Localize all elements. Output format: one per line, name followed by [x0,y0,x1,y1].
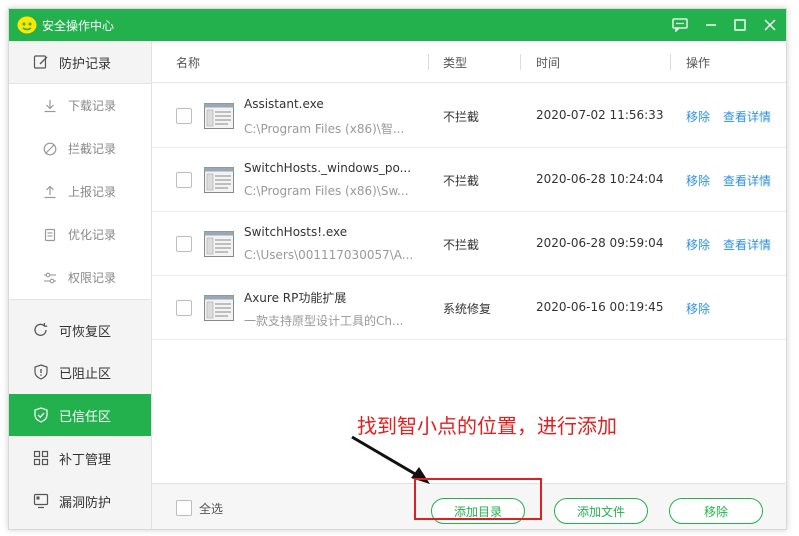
sidebar-item-label: 优化记录 [68,228,117,242]
file-time: 2020-06-16 00:19:45 [536,300,664,314]
sidebar-item-label: 可恢复区 [59,324,112,340]
view-details-link[interactable]: 查看详情 [723,172,771,189]
view-details-link[interactable]: 查看详情 [723,108,771,125]
program-file-icon [204,231,234,257]
sidebar-item-trusted-zone[interactable]: 已信任区 [9,394,151,436]
grid-icon [32,449,50,467]
restore-icon [32,321,50,339]
file-time: 2020-07-02 11:56:33 [536,108,664,122]
row-checkbox[interactable] [176,236,192,252]
download-icon [42,98,58,114]
file-time: 2020-06-28 10:24:04 [536,172,664,186]
annotation-highlight-box [414,478,542,520]
close-button[interactable] [758,13,782,37]
remove-link[interactable]: 移除 [686,108,710,125]
select-all-label: 全选 [199,502,224,516]
sidebar-item-label: 已信任区 [59,409,112,425]
main-panel: 名称 类型 时间 操作 Assistant.exe C:\Program Fil… [152,41,786,529]
sidebar-item-protection-log[interactable]: 防护记录 [9,41,151,83]
file-name: SwitchHosts!.exe [244,225,348,239]
table-row: Axure RP功能扩展 一款支持原型设计工具的Ch... 系统修复 2020-… [152,275,786,340]
sidebar-item-report-log[interactable]: 上报记录 [9,170,151,213]
remove-link[interactable]: 移除 [686,236,710,253]
maximize-icon [734,19,746,31]
feedback-button[interactable] [668,13,692,37]
table-header: 名称 类型 时间 操作 [152,41,786,83]
column-header-action: 操作 [686,56,711,70]
file-path: C:\Users\001117030057\A... [244,248,414,262]
annotation-text: 找到智小点的位置，进行添加 [357,414,617,438]
select-all-checkbox[interactable] [176,500,192,516]
file-type: 系统修复 [443,302,492,316]
table-row: SwitchHosts._windows_po... C:\Program Fi… [152,147,786,212]
document-icon [42,227,58,243]
sidebar-item-label: 漏洞防护 [59,495,112,511]
file-name: Axure RP功能扩展 [244,291,347,305]
file-name: Assistant.exe [244,97,324,111]
file-type: 不拦截 [443,238,480,252]
file-type: 不拦截 [443,174,480,188]
app-logo-icon [17,16,37,34]
sidebar-item-vulnerability-protection[interactable]: 漏洞防护 [9,480,151,522]
permission-icon [42,270,58,286]
maximize-button[interactable] [728,13,752,37]
column-header-time: 时间 [536,56,561,70]
column-header-type: 类型 [443,56,468,70]
row-checkbox[interactable] [176,108,192,124]
edit-icon [32,53,50,71]
feedback-icon [672,18,688,32]
sidebar-item-label: 下载记录 [68,99,117,113]
shield-check-icon [32,406,50,424]
view-details-link[interactable]: 查看详情 [723,236,771,253]
close-icon [764,19,776,31]
file-path: 一款支持原型设计工具的Ch... [244,314,404,328]
column-divider [520,54,521,70]
column-divider [428,54,429,70]
sidebar-item-label: 已阻止区 [59,366,112,382]
minimize-icon [706,24,716,26]
sidebar-item-label: 上报记录 [68,185,117,199]
program-file-icon [204,167,234,193]
sidebar-item-blocked-zone[interactable]: 已阻止区 [9,351,151,393]
shield-alert-icon [32,363,50,381]
add-file-button[interactable]: 添加文件 [554,498,648,524]
sidebar-item-download-log[interactable]: 下载记录 [9,84,151,127]
column-divider [670,54,671,70]
file-type: 不拦截 [443,110,480,124]
window-title: 安全操作中心 [42,19,115,33]
sidebar: 防护记录 下载记录 拦截记录 上报记录 优化记录 权限记录 可恢复区 已阻止区 … [9,41,152,529]
block-icon [42,141,58,157]
row-checkbox[interactable] [176,300,192,316]
column-header-name: 名称 [176,56,201,70]
sidebar-item-restore-zone[interactable]: 可恢复区 [9,309,151,351]
sidebar-item-label: 权限记录 [68,271,117,285]
remove-button[interactable]: 移除 [669,498,763,524]
program-file-icon [204,103,234,129]
row-checkbox[interactable] [176,172,192,188]
sidebar-item-block-log[interactable]: 拦截记录 [9,127,151,170]
program-file-icon [204,295,234,321]
table-row: SwitchHosts!.exe C:\Users\001117030057\A… [152,211,786,276]
sidebar-item-permission-log[interactable]: 权限记录 [9,256,151,299]
file-time: 2020-06-28 09:59:04 [536,236,664,250]
monitor-icon [32,492,50,510]
sidebar-item-optimize-log[interactable]: 优化记录 [9,213,151,256]
remove-link[interactable]: 移除 [686,172,710,189]
file-path: C:\Program Files (x86)\Sw... [244,184,409,198]
remove-link[interactable]: 移除 [686,300,710,317]
minimize-button[interactable] [699,13,723,37]
sidebar-item-label: 防护记录 [59,56,112,72]
file-path: C:\Program Files (x86)\智... [244,122,405,136]
sidebar-item-label: 拦截记录 [68,142,117,156]
security-center-window: 安全操作中心 防护记录 下载记录 拦截记录 上报记录 优化记录 权限记录 可恢复… [8,8,787,530]
table-row: Assistant.exe C:\Program Files (x86)\智..… [152,83,786,148]
title-bar: 安全操作中心 [9,9,786,41]
sidebar-item-label: 补丁管理 [59,452,112,468]
file-name: SwitchHosts._windows_po... [244,161,412,175]
upload-icon [42,184,58,200]
sidebar-divider [9,299,151,300]
sidebar-item-patch-management[interactable]: 补丁管理 [9,437,151,479]
